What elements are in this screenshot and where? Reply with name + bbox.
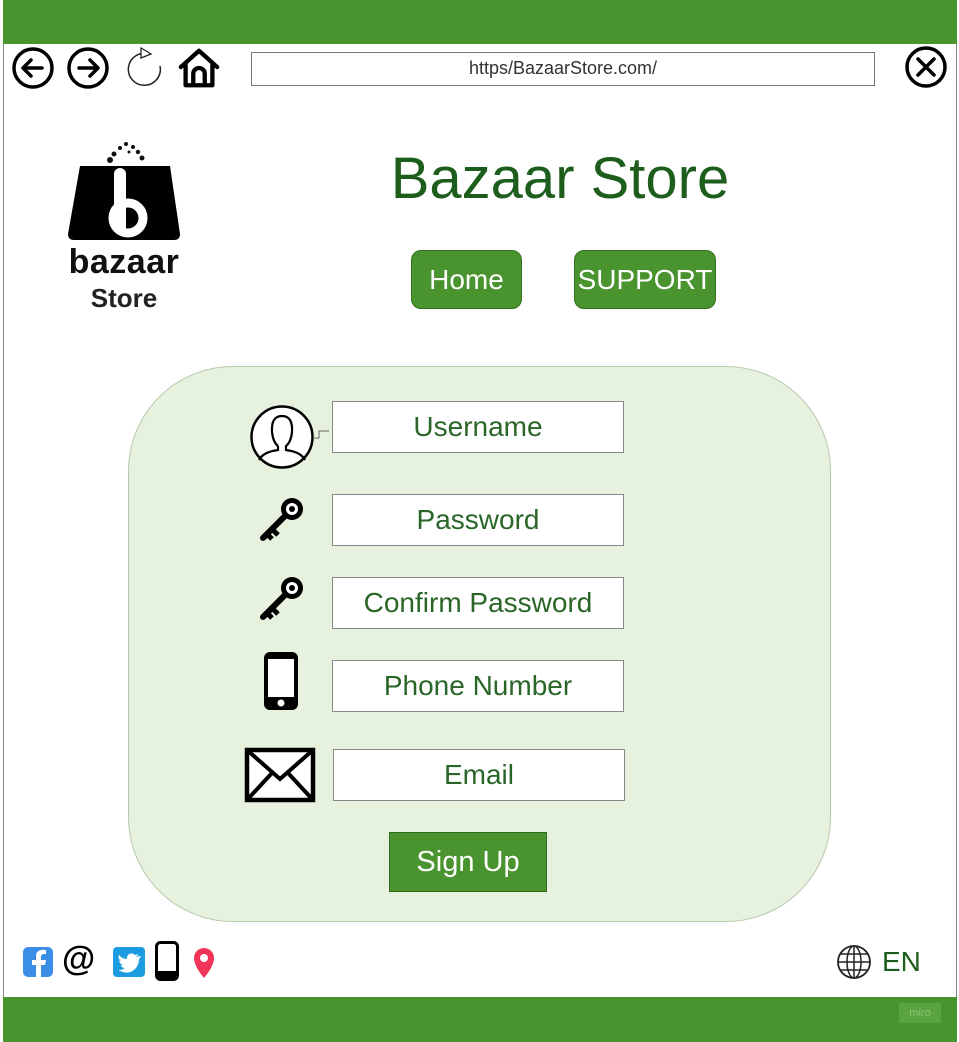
- bottom-bar: miro: [3, 997, 957, 1042]
- phone-icon[interactable]: [155, 941, 179, 981]
- arrow-left-icon: [12, 47, 54, 89]
- support-nav-button[interactable]: SUPPORT: [574, 250, 716, 309]
- language-label: EN: [882, 946, 921, 977]
- language-selector[interactable]: EN: [836, 944, 921, 980]
- email-input[interactable]: [333, 749, 625, 801]
- sign-up-button[interactable]: Sign Up: [389, 832, 547, 892]
- confirm-password-input[interactable]: [332, 577, 624, 629]
- password-input[interactable]: [332, 494, 624, 546]
- forward-button[interactable]: [66, 46, 110, 90]
- envelope-icon: [244, 747, 316, 803]
- phone-number-input[interactable]: [332, 660, 624, 712]
- username-input[interactable]: [332, 401, 624, 453]
- home-button[interactable]: [177, 46, 221, 90]
- home-nav-button[interactable]: Home: [411, 250, 522, 309]
- close-button[interactable]: [903, 44, 949, 90]
- logo-text-store: Store: [90, 283, 158, 313]
- facebook-icon[interactable]: [22, 945, 54, 979]
- reload-icon: [127, 46, 162, 87]
- location-pin-icon[interactable]: [191, 946, 217, 980]
- home-icon: [178, 48, 220, 88]
- close-icon: [905, 46, 947, 88]
- top-bar: [3, 0, 957, 44]
- site-title: Bazaar Store: [390, 146, 730, 211]
- reload-button[interactable]: [123, 46, 167, 90]
- user-icon: [250, 405, 329, 469]
- bazaar-logo: [68, 142, 180, 240]
- miro-watermark: miro: [899, 1003, 941, 1023]
- key-icon: [260, 498, 303, 541]
- key-icon: [260, 577, 303, 620]
- globe-icon: [837, 945, 871, 979]
- twitter-icon[interactable]: [112, 945, 146, 979]
- back-button[interactable]: [11, 46, 55, 90]
- logo-text-bazaar: bazaar: [68, 243, 180, 281]
- smartphone-icon: [264, 652, 298, 710]
- arrow-right-icon: [67, 47, 109, 89]
- at-sign-icon[interactable]: @: [62, 940, 95, 979]
- url-bar[interactable]: https/BazaarStore.com/: [251, 52, 875, 86]
